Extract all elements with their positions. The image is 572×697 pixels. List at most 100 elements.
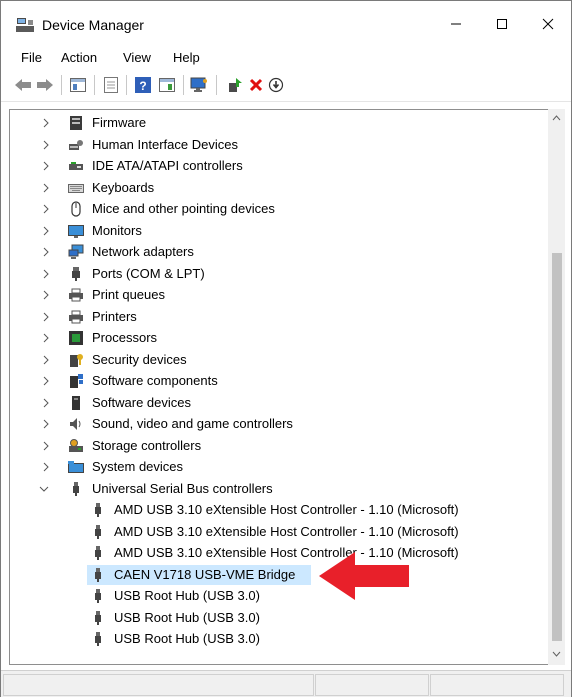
firmware-icon <box>70 116 82 130</box>
maximize-button[interactable] <box>479 1 525 47</box>
tree-item-label: CAEN V1718 USB-VME Bridge <box>114 566 296 582</box>
toolbar-separator <box>94 75 95 95</box>
tree-item-label: Sound, video and game controllers <box>92 416 293 431</box>
ide-controller-icon <box>69 162 83 170</box>
forward-icon <box>37 79 53 91</box>
update-driver-button[interactable] <box>226 76 244 94</box>
tree-item-processors[interactable]: Processors <box>10 328 550 348</box>
tree-item-label: USB Root Hub (USB 3.0) <box>114 588 260 603</box>
tree-item-usb-child[interactable]: USB Root Hub (USB 3.0) <box>10 629 550 649</box>
back-button[interactable] <box>14 76 32 94</box>
forward-button[interactable] <box>36 76 54 94</box>
mouse-icon <box>71 201 81 217</box>
menu-action[interactable]: Action <box>61 50 97 65</box>
processor-icon <box>69 331 83 345</box>
minimize-icon <box>451 23 461 25</box>
usb-icon <box>73 481 79 496</box>
usb-device-icon <box>95 632 101 646</box>
scroll-thumb[interactable] <box>552 253 562 641</box>
chevron-right-icon[interactable] <box>41 161 51 171</box>
tree-item-usb-child[interactable]: AMD USB 3.10 eXtensible Host Controller … <box>10 522 550 542</box>
tree-item-print-queues[interactable]: Print queues <box>10 285 550 305</box>
chevron-right-icon[interactable] <box>41 247 51 257</box>
tree-item-network-adapters[interactable]: Network adapters <box>10 242 550 262</box>
action-pane-button[interactable] <box>158 76 176 94</box>
tree-item-human-interface-devices[interactable]: Human Interface Devices <box>10 135 550 155</box>
hid-icon <box>69 139 83 150</box>
tree-item-label: Monitors <box>92 222 142 238</box>
chevron-right-icon[interactable] <box>41 398 51 408</box>
tree-item-label: AMD USB 3.10 eXtensible Host Controller … <box>114 502 459 517</box>
tree-item-software-devices[interactable]: Software devices <box>10 393 550 413</box>
menu-file[interactable]: File <box>21 50 42 65</box>
chevron-down-icon[interactable] <box>39 484 49 494</box>
chevron-right-icon[interactable] <box>41 441 51 451</box>
scan-hardware-button[interactable] <box>190 76 208 94</box>
tree-item-label: Human Interface Devices <box>92 136 238 152</box>
tree-item-mice-and-other-pointing-devices[interactable]: Mice and other pointing devices <box>10 199 550 219</box>
tree-item-ports-com-lpt[interactable]: Ports (COM & LPT) <box>10 264 550 284</box>
chevron-right-icon[interactable] <box>41 376 51 386</box>
tree-item-software-components[interactable]: Software components <box>10 371 550 391</box>
tree-item-label: Ports (COM & LPT) <box>92 265 205 281</box>
tree-item-monitors[interactable]: Monitors <box>10 221 550 241</box>
tree-item-usb-child[interactable]: AMD USB 3.10 eXtensible Host Controller … <box>10 543 550 563</box>
print-queue-icon <box>69 288 83 302</box>
tree-item-caen-v1718-usb-vme-bridge[interactable]: CAEN V1718 USB-VME Bridge <box>10 565 550 585</box>
status-pane <box>3 674 314 696</box>
tree-item-label: Software components <box>92 373 218 388</box>
chevron-right-icon[interactable] <box>41 462 51 472</box>
tree-item-label: USB Root Hub (USB 3.0) <box>114 609 260 625</box>
chevron-right-icon[interactable] <box>41 118 51 128</box>
show-hide-console-tree-button[interactable] <box>69 76 87 94</box>
help-button[interactable]: ? <box>134 76 152 94</box>
tree-item-usb-child[interactable]: USB Root Hub (USB 3.0) <box>10 608 550 628</box>
tree-item-label: System devices <box>92 459 184 474</box>
toolbar-separator <box>216 75 217 95</box>
disable-device-button[interactable] <box>267 76 285 94</box>
chevron-right-icon[interactable] <box>41 312 51 322</box>
chevron-right-icon[interactable] <box>41 269 51 279</box>
chevron-right-icon[interactable] <box>41 140 51 150</box>
tree-item-usb-child[interactable]: AMD USB 3.10 eXtensible Host Controller … <box>10 500 550 520</box>
toolbar-separator <box>61 75 62 95</box>
scroll-down-icon[interactable] <box>552 651 561 657</box>
tree-item-system-devices[interactable]: System devices <box>10 457 550 477</box>
tree-item-printers[interactable]: Printers <box>10 307 550 327</box>
tree-item-usb-child[interactable]: USB Root Hub (USB 3.0) <box>10 586 550 606</box>
tree-item-sound-video-and-game-controllers[interactable]: Sound, video and game controllers <box>10 414 550 434</box>
tree-item-ide-ata-atapi-controllers[interactable]: IDE ATA/ATAPI controllers <box>10 156 550 176</box>
tree-item-label: Universal Serial Bus controllers <box>92 480 273 496</box>
tree-item-firmware[interactable]: Firmware <box>10 113 550 133</box>
uninstall-device-button[interactable] <box>247 76 265 94</box>
tree-item-label: Printers <box>92 308 137 324</box>
tree-item-keyboards[interactable]: Keyboards <box>10 178 550 198</box>
menu-view[interactable]: View <box>123 50 151 65</box>
scroll-up-icon[interactable] <box>552 115 561 121</box>
device-tree[interactable]: Firmware Human Interface Devices IDE ATA… <box>9 109 557 665</box>
chevron-right-icon[interactable] <box>41 419 51 429</box>
sound-icon <box>70 418 81 430</box>
minimize-button[interactable] <box>433 1 479 47</box>
chevron-right-icon[interactable] <box>41 226 51 236</box>
properties-button[interactable] <box>102 76 120 94</box>
tree-item-storage-controllers[interactable]: Storage controllers <box>10 436 550 456</box>
tree-item-universal-serial-bus-controllers[interactable]: Universal Serial Bus controllers <box>10 479 550 499</box>
title-bar[interactable]: Device Manager <box>1 1 571 47</box>
vertical-scrollbar[interactable] <box>548 109 565 665</box>
chevron-right-icon[interactable] <box>41 183 51 193</box>
chevron-right-icon[interactable] <box>41 290 51 300</box>
disable-device-icon <box>268 77 284 93</box>
red-arrow-icon <box>319 552 409 600</box>
maximize-icon <box>497 19 507 29</box>
chevron-right-icon[interactable] <box>41 333 51 343</box>
menu-help[interactable]: Help <box>173 50 200 65</box>
show-hide-console-tree-icon <box>70 78 86 92</box>
chevron-right-icon[interactable] <box>41 355 51 365</box>
close-button[interactable] <box>525 1 571 47</box>
update-driver-icon <box>229 78 242 92</box>
tree-item-security-devices[interactable]: Security devices <box>10 350 550 370</box>
uninstall-icon <box>249 78 263 92</box>
monitor-icon <box>68 224 84 238</box>
chevron-right-icon[interactable] <box>41 204 51 214</box>
